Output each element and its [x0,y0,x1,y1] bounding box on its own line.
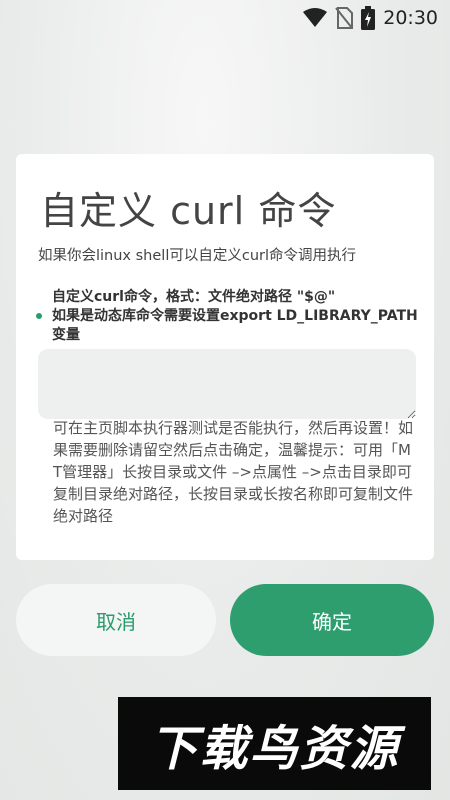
no-sim-icon [335,7,354,29]
watermark-logo: 下载鸟资源 [118,697,431,790]
battery-charging-icon [361,6,376,30]
status-bar: 20:30 [0,0,450,36]
cancel-button[interactable]: 取消 [16,584,216,656]
format-hint-line2: 如果是动态库命令需要设置export LD_LIBRARY_PATH变量 [52,308,418,343]
watermark-text: 下载鸟资源 [149,720,400,777]
status-time: 20:30 [383,7,438,29]
dialog-title: 自定义 curl 命令 [40,189,337,233]
wifi-icon [303,8,328,28]
help-note: 可在主页脚本执行器测试是否能执行，然后再设置！如果需要删除请留空然后点击确定，温… [53,419,414,525]
curl-command-dialog: 自定义 curl 命令 如果你会linux shell可以自定义curl命令调用… [16,154,434,560]
format-hint: 自定义curl命令，格式：文件绝对路径 "$@" 如果是动态库命令需要设置exp… [52,288,424,345]
bullet-dot [36,313,42,319]
curl-command-input[interactable] [38,349,416,419]
dialog-subtitle: 如果你会linux shell可以自定义curl命令调用执行 [38,248,357,264]
confirm-button[interactable]: 确定 [230,584,434,656]
format-hint-line1: 自定义curl命令，格式：文件绝对路径 "$@" [52,289,336,305]
